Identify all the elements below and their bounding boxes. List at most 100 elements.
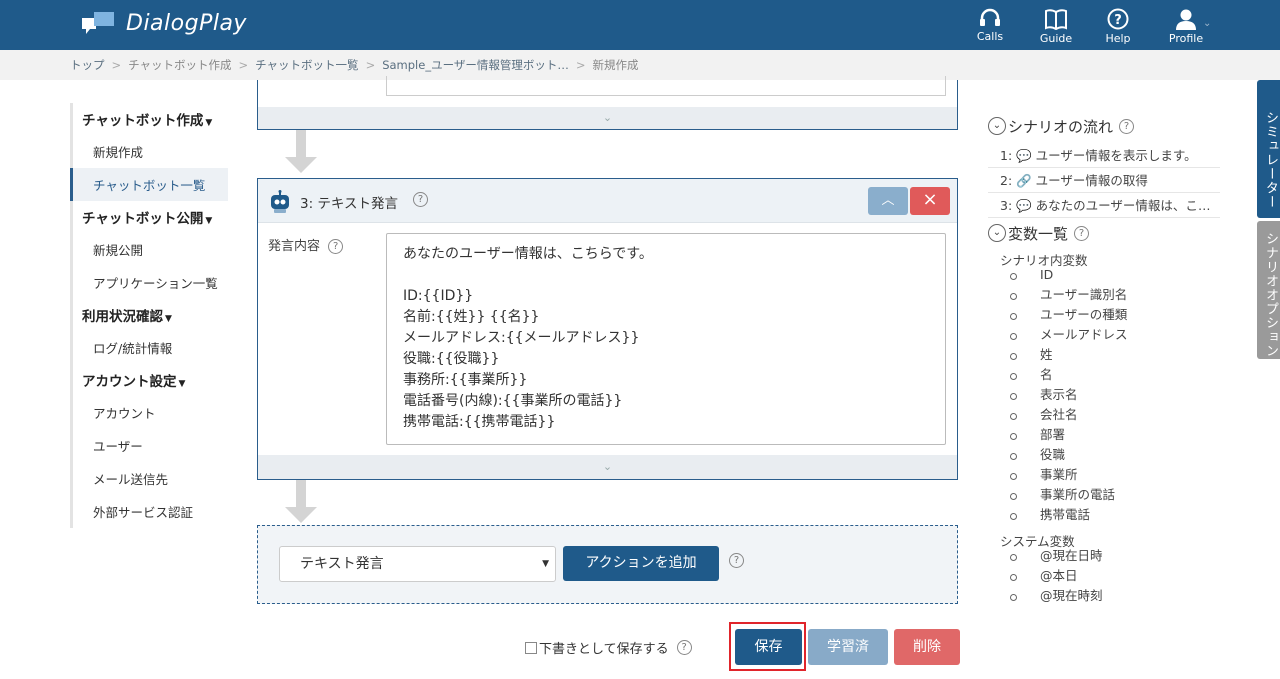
action-type-select[interactable]: テキスト発言 ▼ — [279, 546, 556, 582]
variable-name: 事業所の電話 — [1040, 487, 1116, 502]
save-button[interactable]: 保存 — [735, 629, 802, 665]
breadcrumb-bot[interactable]: Sample_ユーザー情報管理ボット… — [382, 57, 569, 73]
calls-button[interactable]: Calls — [960, 8, 1020, 43]
sidebar-item-logs[interactable]: ログ/統計情報 — [73, 331, 228, 364]
variable-name: 会社名 — [1040, 407, 1078, 422]
guide-button[interactable]: Guide — [1026, 8, 1086, 45]
caret-down-icon: ▼ — [178, 379, 186, 389]
variable-item[interactable]: 携帯電話 — [988, 505, 1220, 525]
variable-item[interactable]: 会社名 — [988, 405, 1220, 425]
sidebar-item-new[interactable]: 新規作成 — [73, 135, 228, 168]
sidebar-group-label: チャットボット作成 — [82, 113, 204, 129]
previous-action-field[interactable] — [386, 76, 946, 96]
breadcrumb-separator: > — [575, 58, 586, 72]
sidebar-group-usage[interactable]: 利用状況確認 ▼ — [73, 299, 228, 331]
variable-name: ID — [1040, 267, 1054, 282]
scenario-flow-heading[interactable]: ⌄ シナリオの流れ ? — [988, 115, 1220, 137]
help-icon[interactable]: ? — [1119, 118, 1135, 134]
draft-option: 下書きとして保存する ? — [525, 638, 692, 657]
variable-name: ユーザー識別名 — [1040, 287, 1128, 302]
breadcrumb-top[interactable]: トップ — [70, 57, 105, 73]
previous-action-card: ⌄ — [257, 76, 958, 130]
sidebar-group-label: チャットボット公開 — [82, 211, 204, 227]
scenario-options-tab[interactable]: シナリオオプション — [1257, 221, 1280, 359]
sidebar-item-account[interactable]: アカウント — [73, 396, 228, 429]
flow-arrow-icon — [285, 480, 317, 525]
delete-button[interactable]: 削除 — [894, 629, 960, 665]
calls-label: Calls — [976, 30, 1004, 43]
sidebar-item-chatbot-list[interactable]: チャットボット一覧 — [70, 168, 228, 201]
variables-heading[interactable]: ⌄ 変数一覧 ? — [988, 222, 1220, 244]
sidebar-group-chatbot-publish[interactable]: チャットボット公開 ▼ — [73, 201, 228, 233]
draft-checkbox[interactable] — [525, 641, 537, 654]
sidebar-item-external-auth[interactable]: 外部サービス認証 — [73, 495, 228, 528]
flow-arrow-icon — [285, 130, 317, 175]
variable-item[interactable]: 事業所 — [988, 465, 1220, 485]
breadcrumb-current: 新規作成 — [592, 58, 639, 72]
logo[interactable]: DialogPlay — [82, 10, 247, 36]
utterance-field-label: 発言内容 ? — [268, 235, 344, 254]
breadcrumb-separator: > — [238, 58, 249, 72]
sidebar-item-users[interactable]: ユーザー — [73, 429, 228, 462]
flow-item[interactable]: 3: 💬 あなたのユーザー情報は、こちらです。 — [988, 193, 1220, 218]
user-icon — [1176, 9, 1196, 30]
variable-item[interactable]: @現在日時 — [988, 546, 1220, 566]
card-header: 3: テキスト発言 ? ︿ × — [258, 179, 957, 223]
draft-label[interactable]: 下書きとして保存する — [539, 638, 669, 657]
caret-down-icon: ▼ — [205, 118, 213, 128]
variable-name: 事業所 — [1040, 467, 1078, 482]
breadcrumb-list[interactable]: チャットボット一覧 — [255, 57, 358, 73]
variable-item[interactable]: ユーザー識別名 — [988, 285, 1220, 305]
variable-name: 表示名 — [1040, 387, 1078, 402]
add-action-panel: テキスト発言 ▼ アクションを追加 ? — [257, 525, 958, 604]
scenario-vars-list: ID ユーザー識別名ユーザーの種類 メールアドレス姓名表示名会社名部署 役職事業所事業… — [988, 265, 1220, 525]
system-vars-label: システム変数 — [1000, 534, 1075, 549]
variable-item[interactable]: 名 — [988, 365, 1220, 385]
variable-item[interactable]: メールアドレス — [988, 325, 1220, 345]
chevron-down-icon[interactable]: ⌄ — [1203, 18, 1211, 29]
flow-item[interactable]: 1: 💬 ユーザー情報を表示します。 — [988, 143, 1220, 168]
variable-item[interactable]: 部署 — [988, 425, 1220, 445]
variable-item[interactable]: ユーザーの種類 — [988, 305, 1220, 325]
help-icon[interactable]: ? — [328, 239, 344, 254]
sidebar-item-new-publish[interactable]: 新規公開 — [73, 233, 228, 266]
help-icon[interactable]: ? — [413, 192, 428, 207]
chevron-double-down-icon: ⌄ — [602, 460, 613, 473]
remove-button[interactable]: × — [910, 187, 950, 215]
utterance-textarea[interactable]: あなたのユーザー情報は、こちらです。 ID:{{ID}} 名前:{{姓}} {{… — [386, 233, 946, 445]
add-action-button[interactable]: アクションを追加 — [563, 546, 719, 581]
flow-item[interactable]: 2: 🔗 ユーザー情報の取得 — [988, 168, 1220, 193]
collapse-circle-icon: ⌄ — [988, 224, 1006, 242]
system-vars-list: @現在日時 @本日 @現在時刻 — [988, 546, 1220, 606]
help-icon[interactable]: ? — [729, 553, 744, 568]
collapse-button[interactable]: ︿ — [868, 187, 908, 215]
help-icon[interactable]: ? — [676, 640, 692, 655]
variable-item[interactable]: 姓 — [988, 345, 1220, 365]
variable-item[interactable]: 事業所の電話 — [988, 485, 1220, 505]
guide-label: Guide — [1039, 32, 1073, 45]
book-icon — [1045, 9, 1067, 30]
sidebar-group-account-settings[interactable]: アカウント設定 ▼ — [73, 364, 228, 396]
variable-name: @現在時刻 — [1040, 588, 1103, 603]
variable-item[interactable]: 役職 — [988, 445, 1220, 465]
help-icon[interactable]: ? — [1074, 225, 1090, 241]
variable-item[interactable]: @本日 — [988, 566, 1220, 586]
sidebar-group-chatbot-create[interactable]: チャットボット作成 ▼ — [73, 103, 228, 135]
expand-toggle[interactable]: ⌄ — [258, 455, 957, 479]
scenario-vars-label: シナリオ内変数 — [1000, 253, 1088, 268]
sidebar-item-mail-destinations[interactable]: メール送信先 — [73, 462, 228, 495]
breadcrumb-separator: > — [365, 58, 376, 72]
learned-button[interactable]: 学習済 — [808, 629, 888, 665]
variable-item[interactable]: ID — [988, 265, 1220, 285]
headset-icon — [980, 8, 1000, 26]
variable-item[interactable]: @現在時刻 — [988, 586, 1220, 606]
caret-down-icon: ▼ — [165, 314, 172, 324]
expand-toggle[interactable]: ⌄ — [258, 107, 957, 129]
top-bar: DialogPlay Calls Guide ? Help Profile ⌄ — [0, 0, 1280, 50]
sidebar-group-label: アカウント設定 — [82, 374, 177, 390]
variable-item[interactable]: 表示名 — [988, 385, 1220, 405]
sidebar-item-app-list[interactable]: アプリケーション一覧 — [73, 266, 228, 299]
help-button[interactable]: ? Help — [1088, 8, 1148, 45]
simulator-tab[interactable]: シミュレーター — [1257, 80, 1280, 218]
action-type-value: テキスト発言 — [300, 556, 384, 572]
